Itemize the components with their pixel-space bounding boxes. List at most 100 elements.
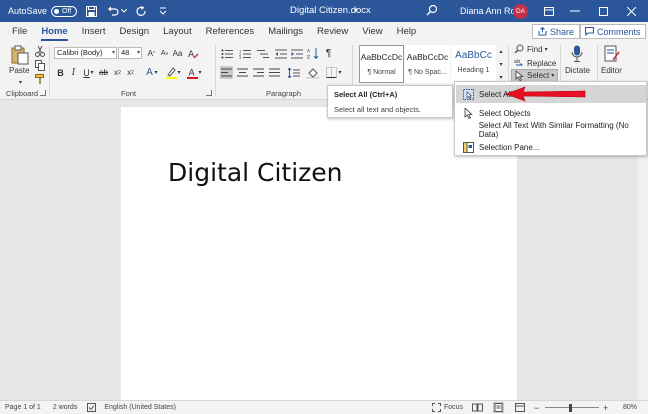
style-normal[interactable]: AaBbCcDc ¶ Normal	[359, 45, 404, 83]
highlight-dropdown-icon[interactable]: ▾	[176, 66, 182, 79]
tab-insert[interactable]: Insert	[82, 22, 106, 41]
tooltip-description: Select all text and objects.	[334, 105, 422, 114]
underline-dropdown-icon[interactable]: ▾	[89, 66, 95, 79]
shrink-font-icon[interactable]: Av	[158, 47, 171, 60]
dictate-label[interactable]: Dictate	[565, 66, 590, 75]
subscript-icon[interactable]: x2	[111, 66, 124, 79]
close-icon[interactable]	[618, 0, 644, 22]
tab-layout[interactable]: Layout	[163, 22, 192, 41]
style-heading-1[interactable]: AaBbCc Heading 1	[451, 45, 496, 83]
focus-button[interactable]: Focus	[432, 403, 463, 412]
comments-button[interactable]: Comments	[580, 24, 646, 39]
ribbon-display-icon[interactable]	[536, 0, 562, 22]
tab-help[interactable]: Help	[397, 22, 417, 41]
menu-item-selection-pane[interactable]: Selection Pane...	[456, 138, 646, 156]
numbering-icon[interactable]: 123	[238, 47, 251, 60]
menu-item-select-objects[interactable]: Select Objects	[456, 104, 646, 122]
minimize-icon[interactable]	[562, 0, 588, 22]
paste-label[interactable]: Paste	[9, 66, 29, 75]
tab-review[interactable]: Review	[317, 22, 348, 41]
red-arrow-annotation	[505, 86, 586, 102]
paste-icon[interactable]	[10, 45, 30, 65]
read-mode-icon[interactable]	[472, 403, 483, 412]
multilevel-list-icon[interactable]	[256, 47, 269, 60]
tab-references[interactable]: References	[206, 22, 255, 41]
change-case-icon[interactable]: Aa	[171, 47, 184, 60]
zoom-slider-thumb[interactable]	[569, 404, 572, 412]
undo-icon[interactable]	[105, 3, 121, 19]
print-layout-icon[interactable]	[493, 402, 504, 413]
tab-home[interactable]: Home	[41, 22, 69, 41]
share-button[interactable]: Share	[532, 24, 581, 39]
tab-view[interactable]: View	[362, 22, 382, 41]
borders-dropdown-icon[interactable]: ▾	[337, 66, 343, 79]
search-icon[interactable]	[426, 4, 440, 18]
shading-icon[interactable]	[306, 66, 319, 79]
title-bar: AutoSave Off Digital Citizen.docx ▾ Dian…	[0, 0, 648, 22]
editor-icon[interactable]	[603, 44, 621, 64]
title-dropdown-icon[interactable]: ▾	[354, 0, 358, 22]
web-layout-icon[interactable]	[515, 403, 525, 412]
autosave-toggle[interactable]: Off	[51, 5, 78, 17]
font-name-combo[interactable]: Calibri (Body) ▾	[54, 47, 117, 59]
tab-design[interactable]: Design	[119, 22, 149, 41]
autosave-label: AutoSave	[8, 6, 48, 16]
tab-file[interactable]: File	[12, 22, 27, 41]
zoom-level[interactable]: 80%	[623, 404, 637, 411]
font-launcher-icon[interactable]	[206, 90, 212, 96]
word-count[interactable]: 2 words	[53, 404, 78, 411]
save-icon[interactable]	[83, 3, 99, 19]
style-no-spacing-sample: AaBbCcDc	[406, 52, 449, 62]
styles-scroll-up-icon[interactable]: ▴	[497, 45, 505, 57]
align-center-icon[interactable]	[236, 66, 249, 79]
cut-icon[interactable]	[33, 45, 46, 58]
styles-scroll-down-icon[interactable]: ▾	[497, 58, 505, 70]
grow-font-icon[interactable]: A ^	[145, 47, 158, 60]
align-right-icon[interactable]	[252, 66, 265, 79]
font-size-combo[interactable]: 48 ▾	[118, 47, 142, 59]
superscript-icon[interactable]: x2	[124, 66, 137, 79]
text-effects-dropdown-icon[interactable]: ▾	[153, 66, 159, 79]
proofing-icon[interactable]	[87, 403, 97, 412]
zoom-in-icon[interactable]: +	[603, 403, 608, 413]
microphone-icon[interactable]	[569, 44, 585, 64]
document-heading[interactable]: Digital Citizen	[168, 158, 343, 187]
copy-icon[interactable]	[33, 59, 46, 72]
line-spacing-icon[interactable]	[287, 66, 300, 79]
increase-indent-icon[interactable]	[290, 47, 303, 60]
zoom-slider[interactable]	[545, 407, 599, 408]
language-indicator[interactable]: English (United States)	[104, 404, 176, 411]
bullets-icon[interactable]	[220, 47, 233, 60]
zoom-out-icon[interactable]: −	[534, 403, 539, 413]
sort-icon[interactable]: AZ	[306, 47, 319, 60]
italic-icon[interactable]: I	[67, 66, 80, 79]
menu-item-select-similar[interactable]: Select All Text With Similar Formatting …	[456, 121, 646, 139]
tab-mailings[interactable]: Mailings	[268, 22, 303, 41]
format-painter-icon[interactable]	[33, 73, 46, 86]
justify-icon[interactable]	[268, 66, 281, 79]
undo-dropdown-icon[interactable]	[121, 3, 128, 19]
clear-formatting-icon[interactable]: A	[187, 47, 200, 60]
customize-qat-icon[interactable]	[155, 3, 171, 19]
show-formatting-marks-icon[interactable]: ¶	[322, 47, 335, 60]
select-all-icon	[462, 88, 474, 100]
avatar[interactable]: DA	[513, 4, 528, 19]
user-name[interactable]: Diana Ann Roe	[460, 0, 521, 22]
editor-label[interactable]: Editor	[601, 66, 622, 75]
style-no-spacing[interactable]: AaBbCcDc ¶ No Spac...	[405, 45, 450, 83]
svg-text:Z: Z	[307, 55, 310, 60]
paste-dropdown-icon[interactable]: ▾	[14, 76, 27, 89]
decrease-indent-icon[interactable]	[274, 47, 287, 60]
redo-icon[interactable]	[133, 3, 149, 19]
replace-button[interactable]: ab Replace	[514, 58, 556, 68]
page-count[interactable]: Page 1 of 1	[5, 404, 41, 411]
bold-icon[interactable]: B	[54, 66, 67, 79]
clipboard-launcher-icon[interactable]	[40, 90, 46, 96]
font-color-dropdown-icon[interactable]: ▾	[197, 66, 203, 79]
comment-icon	[585, 27, 594, 36]
find-button[interactable]: Find ▾	[514, 44, 548, 54]
maximize-icon[interactable]	[590, 0, 616, 22]
align-left-icon[interactable]	[220, 66, 233, 79]
strikethrough-icon[interactable]: ab	[97, 66, 110, 79]
document-title[interactable]: Digital Citizen.docx	[290, 0, 371, 22]
